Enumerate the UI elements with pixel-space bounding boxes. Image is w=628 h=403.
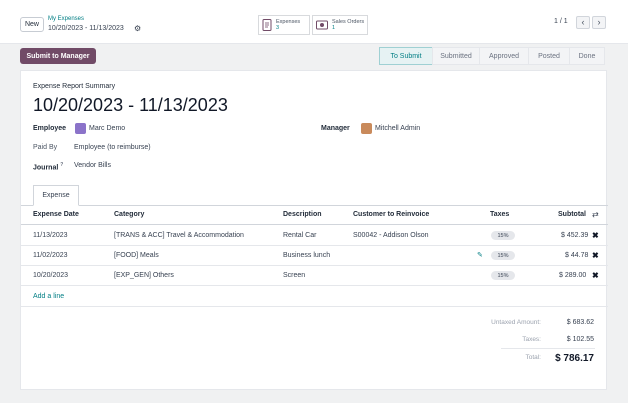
totals-divider	[501, 348, 595, 349]
dollar-icon	[316, 20, 328, 30]
sales-orders-label: Sales Orders	[332, 19, 365, 25]
breadcrumb-parent[interactable]: My Expenses	[48, 16, 84, 22]
journal-field[interactable]: Vendor Bills	[74, 162, 111, 169]
pager-previous-button[interactable]: ‹	[576, 16, 590, 29]
row-2-category[interactable]: [FOOD] Meals	[114, 252, 159, 259]
expenses-label: Expenses	[276, 19, 301, 25]
row-2-tax-badge[interactable]: 15%	[491, 251, 515, 260]
manager-avatar	[361, 123, 372, 134]
new-button[interactable]: New	[20, 17, 44, 32]
total-label: Total:	[525, 354, 541, 361]
total-value: $ 786.17	[555, 353, 594, 364]
row-3-delete-icon[interactable]: ✖	[592, 271, 599, 280]
manager-field[interactable]: Mitchell Admin	[375, 125, 420, 132]
taxes-label: Taxes:	[522, 336, 541, 343]
row-3-description[interactable]: Screen	[283, 272, 305, 279]
sales-orders-smart-button[interactable]: Sales Orders 1	[312, 15, 368, 35]
status-done[interactable]: Done	[569, 47, 605, 65]
col-description[interactable]: Description	[283, 211, 322, 218]
pager-next-button[interactable]: ›	[592, 16, 606, 29]
pager-value: 1 / 1	[554, 18, 568, 25]
notebook-tabs-line	[21, 205, 608, 206]
row-2-description[interactable]: Business lunch	[283, 252, 330, 259]
row-1-customer[interactable]: S00042 - Addison Olson	[353, 232, 429, 239]
header-divider	[21, 224, 608, 225]
row-divider	[21, 285, 608, 286]
journal-help-icon[interactable]: ?	[60, 162, 63, 168]
row-1-date[interactable]: 11/13/2023	[33, 232, 68, 239]
employee-avatar	[75, 123, 86, 134]
row-1-subtotal: $ 452.39	[561, 232, 589, 239]
col-taxes[interactable]: Taxes	[490, 211, 509, 218]
employee-label: Employee	[33, 125, 67, 132]
journal-label: Journal ?	[33, 162, 63, 171]
untaxed-amount-label: Untaxed Amount:	[491, 319, 541, 326]
table-bottom-divider	[21, 306, 608, 307]
status-approved[interactable]: Approved	[479, 47, 529, 65]
row-2-delete-icon[interactable]: ✖	[592, 251, 599, 260]
row-divider	[21, 245, 608, 246]
row-3-date[interactable]: 10/20/2023	[33, 272, 68, 279]
receipt-icon	[262, 19, 272, 31]
row-divider	[21, 265, 608, 266]
col-expense-date[interactable]: Expense Date	[33, 211, 79, 218]
status-submitted[interactable]: Submitted	[432, 47, 480, 65]
tab-expense[interactable]: Expense	[33, 185, 79, 206]
submit-to-manager-button[interactable]: Submit to Manager	[20, 48, 96, 64]
form-sheet: Expense Report Summary 10/20/2023 - 11/1…	[20, 70, 608, 390]
col-subtotal[interactable]: Subtotal	[558, 211, 586, 218]
row-2-date[interactable]: 11/02/2023	[33, 252, 68, 259]
status-posted[interactable]: Posted	[528, 47, 570, 65]
form-subtitle: Expense Report Summary	[33, 83, 116, 90]
col-category[interactable]: Category	[114, 211, 144, 218]
row-1-delete-icon[interactable]: ✖	[592, 231, 599, 240]
page-title[interactable]: 10/20/2023 - 11/13/2023	[33, 95, 228, 116]
breadcrumb-current: 10/20/2023 - 11/13/2023	[48, 25, 124, 32]
statusbar: To Submit Submitted Approved Posted Done	[379, 47, 605, 65]
manager-label: Manager	[321, 125, 350, 132]
col-customer[interactable]: Customer to Reinvoice	[353, 211, 429, 218]
paid-by-label: Paid By	[33, 144, 58, 151]
expenses-count: 3	[276, 25, 280, 31]
row-3-category[interactable]: [EXP_GEN] Others	[114, 272, 174, 279]
row-1-description[interactable]: Rental Car	[283, 232, 316, 239]
row-1-category[interactable]: [TRANS & ACC] Travel & Accommodation	[114, 232, 244, 239]
row-1-tax-badge[interactable]: 15%	[491, 231, 515, 240]
status-to-submit[interactable]: To Submit	[379, 47, 433, 65]
taxes-value: $ 102.55	[566, 336, 594, 343]
untaxed-amount-value: $ 683.62	[566, 319, 594, 326]
add-line-link[interactable]: Add a line	[33, 293, 64, 300]
paid-by-field[interactable]: Employee (to reimburse)	[74, 144, 151, 151]
expenses-smart-button[interactable]: Expenses 3	[258, 15, 310, 35]
row-3-tax-badge[interactable]: 15%	[491, 271, 515, 280]
gear-icon[interactable]: ⚙	[134, 24, 141, 33]
employee-field[interactable]: Marc Demo	[89, 125, 125, 132]
column-settings-icon[interactable]: ⇄	[592, 210, 599, 219]
row-3-subtotal: $ 289.00	[559, 272, 587, 279]
row-2-subtotal: $ 44.78	[565, 252, 589, 259]
sales-orders-count: 1	[332, 25, 336, 31]
attachment-icon[interactable]: ✎	[477, 251, 483, 259]
journal-label-text: Journal	[33, 164, 59, 172]
control-panel: New My Expenses 10/20/2023 - 11/13/2023 …	[0, 0, 628, 44]
